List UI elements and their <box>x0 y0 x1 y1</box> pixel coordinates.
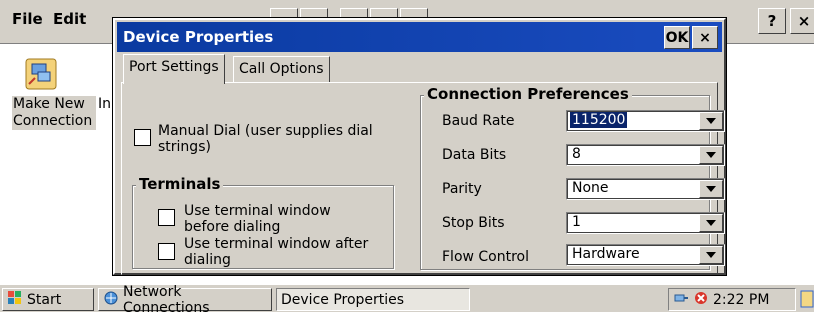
close-button[interactable]: × <box>692 26 718 49</box>
port-settings-panel: Manual Dial (user supplies dial strings)… <box>121 82 725 275</box>
start-label: Start <box>27 291 62 308</box>
tab-call-options[interactable]: Call Options <box>233 56 330 82</box>
dialog-title: Device Properties <box>123 28 274 46</box>
data-bits-value: 8 <box>572 146 581 162</box>
connection-alert-icon[interactable] <box>693 290 709 310</box>
app-close-button[interactable]: × <box>790 8 814 34</box>
clock[interactable]: 2:22 PM <box>713 292 769 308</box>
terminal-after-label: Use terminal window after dialing <box>184 236 369 268</box>
flow-control-value: Hardware <box>572 246 640 262</box>
device-properties-dialog: Device Properties OK × Port Settings Cal… <box>112 17 727 276</box>
data-bits-label: Data Bits <box>442 147 507 163</box>
flow-control-label: Flow Control <box>442 249 530 265</box>
tab-port-settings[interactable]: Port Settings <box>123 54 225 84</box>
desktop-item2-label[interactable]: In <box>98 96 111 112</box>
network-status-icon[interactable] <box>673 290 689 310</box>
baud-rate-label: Baud Rate <box>442 113 515 129</box>
taskbar-button-device-properties[interactable]: Device Properties <box>276 288 470 311</box>
network-connection-icon[interactable] <box>23 56 59 92</box>
connection-preferences-title: Connection Preferences <box>424 85 632 103</box>
parity-label: Parity <box>442 181 482 197</box>
baud-rate-value: 115200 <box>570 112 628 128</box>
terminal-before-checkbox[interactable] <box>158 209 175 226</box>
chevron-down-icon[interactable] <box>699 180 723 198</box>
data-bits-select[interactable]: 8 <box>566 144 725 166</box>
taskbar-button-network-connections[interactable]: Network Connections <box>98 284 272 312</box>
help-button[interactable]: ? <box>758 8 786 34</box>
terminals-title: Terminals <box>136 175 224 193</box>
manual-dial-checkbox[interactable] <box>134 129 151 146</box>
stop-bits-select[interactable]: 1 <box>566 212 725 234</box>
show-desktop-icon[interactable] <box>800 289 814 309</box>
menu-edit[interactable]: Edit <box>53 10 86 28</box>
ok-button[interactable]: OK <box>664 26 690 49</box>
system-tray: 2:22 PM <box>668 288 796 311</box>
chevron-down-icon[interactable] <box>699 112 723 130</box>
chevron-down-icon[interactable] <box>699 214 723 232</box>
manual-dial-label: Manual Dial (user supplies dial strings) <box>158 123 373 155</box>
chevron-down-icon[interactable] <box>699 246 723 264</box>
baud-rate-select[interactable]: 115200 <box>566 110 725 132</box>
chevron-down-icon[interactable] <box>699 146 723 164</box>
flow-control-select[interactable]: Hardware <box>566 244 725 266</box>
stop-bits-label: Stop Bits <box>442 215 505 231</box>
desktop-item-label[interactable]: Make New Connection <box>12 96 96 130</box>
terminal-after-checkbox[interactable] <box>158 243 175 260</box>
stop-bits-value: 1 <box>572 214 581 230</box>
taskbar-button-label: Device Properties <box>281 291 405 308</box>
parity-select[interactable]: None <box>566 178 725 200</box>
parity-value: None <box>572 180 609 196</box>
menu-file[interactable]: File <box>12 10 43 28</box>
windows-logo-icon <box>7 290 23 310</box>
terminal-before-label: Use terminal window before dialing <box>184 203 331 235</box>
taskbar: Start Network Connections Device Propert… <box>0 284 814 312</box>
dialog-titlebar: Device Properties OK × <box>117 22 722 52</box>
network-icon <box>103 290 119 310</box>
start-button[interactable]: Start <box>2 288 94 311</box>
taskbar-button-label: Network Connections <box>123 283 210 312</box>
